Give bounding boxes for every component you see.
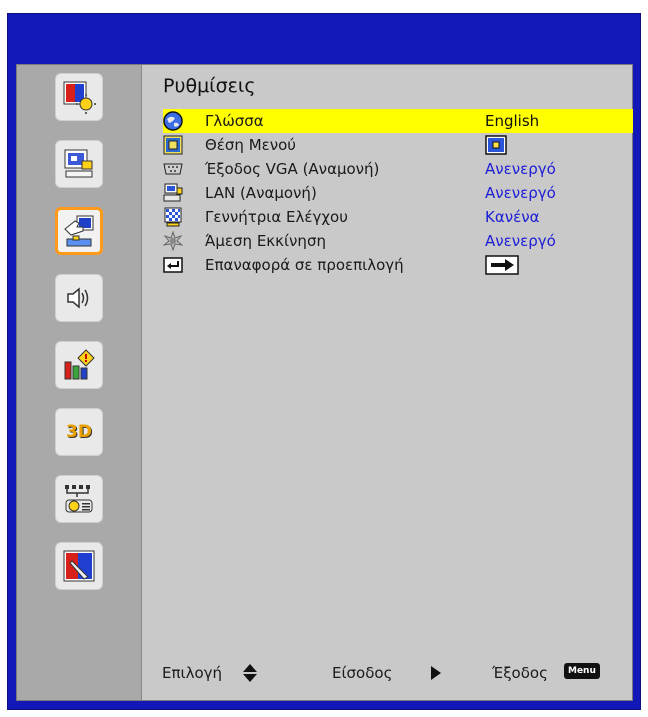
- menu-row-value: Ανενεργό: [485, 184, 556, 202]
- vga-port-icon: [163, 163, 183, 175]
- menu-row-label: LAN (Αναμονή): [205, 184, 317, 202]
- reset-icon: [163, 257, 183, 273]
- setup-hand-icon: [64, 215, 94, 247]
- options-icon: [64, 349, 95, 380]
- enter-arrow-icon[interactable]: [485, 255, 519, 275]
- menu-position-icon: [163, 135, 183, 155]
- 3d-icon: 3D: [66, 422, 92, 442]
- footer-hints: Επιλογή Είσοδος Έξοδος Menu: [162, 660, 622, 686]
- display-icon: [64, 149, 93, 178]
- menu-row-value: Ανενεργό: [485, 232, 556, 250]
- menu-key-icon: Menu: [564, 663, 600, 679]
- footer-select-label: Επιλογή: [162, 664, 223, 682]
- menu-row-value: Ανενεργό: [485, 160, 556, 178]
- menu-row-value: Κανένα: [485, 208, 540, 226]
- up-down-arrow-icon: [243, 664, 257, 682]
- osd-panel: 3D Ρυθμίσεις Γλώσσα English Θέση Μενού Έ…: [16, 64, 633, 701]
- menu-row-label: Γεννήτρια Ελέγχου: [205, 208, 348, 226]
- sidebar-item-interactive[interactable]: [55, 542, 103, 590]
- sidebar-item-display[interactable]: [55, 140, 103, 188]
- sidebar-item-setup[interactable]: [55, 207, 103, 255]
- menu-position-box-icon[interactable]: [485, 135, 507, 155]
- menu-row-vga-out[interactable]: Έξοδος VGA (Αναμονή) Ανενεργό: [163, 157, 633, 181]
- menu-row-language[interactable]: Γλώσσα English: [163, 109, 633, 133]
- interactive-pen-icon: [63, 550, 95, 582]
- menu-row-label: Επαναφορά σε προεπιλογή: [205, 256, 404, 274]
- page-title: Ρυθμίσεις: [163, 75, 256, 97]
- sidebar-item-network[interactable]: [55, 475, 103, 523]
- test-pattern-icon: [164, 207, 182, 227]
- right-arrow-icon: [431, 666, 441, 680]
- speaker-icon: [67, 287, 89, 309]
- direct-power-icon: [163, 231, 183, 251]
- lan-computer-icon: [163, 183, 183, 202]
- sidebar-item-3d[interactable]: 3D: [55, 408, 103, 456]
- menu-row-direct-power-on[interactable]: Άμεση Εκκίνηση Ανενεργό: [163, 229, 633, 253]
- image-settings-icon: [63, 81, 96, 114]
- menu-row-value: English: [485, 112, 540, 130]
- menu-row-reset[interactable]: Επαναφορά σε προεπιλογή: [163, 253, 633, 277]
- menu-row-label: Άμεση Εκκίνηση: [205, 232, 326, 250]
- network-projector-icon: [65, 485, 93, 513]
- menu-row-test-pattern[interactable]: Γεννήτρια Ελέγχου Κανένα: [163, 205, 633, 229]
- menu-row-label: Θέση Μενού: [205, 136, 296, 154]
- menu-row-label: Γλώσσα: [205, 112, 264, 130]
- footer-exit-label: Έξοδος: [492, 664, 548, 682]
- sidebar: 3D: [17, 65, 142, 700]
- footer-enter-label: Είσοδος: [332, 664, 393, 682]
- menu-row-menu-position[interactable]: Θέση Μενού: [163, 133, 633, 157]
- menu-row-label: Έξοδος VGA (Αναμονή): [205, 160, 380, 178]
- menu-row-lan[interactable]: LAN (Αναμονή) Ανενεργό: [163, 181, 633, 205]
- sidebar-item-volume[interactable]: [55, 274, 103, 322]
- sidebar-item-options[interactable]: [55, 341, 103, 389]
- osd-window: 3D Ρυθμίσεις Γλώσσα English Θέση Μενού Έ…: [7, 13, 641, 710]
- sidebar-item-picture-settings[interactable]: [55, 73, 103, 121]
- settings-panel: Ρυθμίσεις Γλώσσα English Θέση Μενού Έξοδ…: [142, 65, 633, 700]
- globe-icon: [163, 111, 183, 131]
